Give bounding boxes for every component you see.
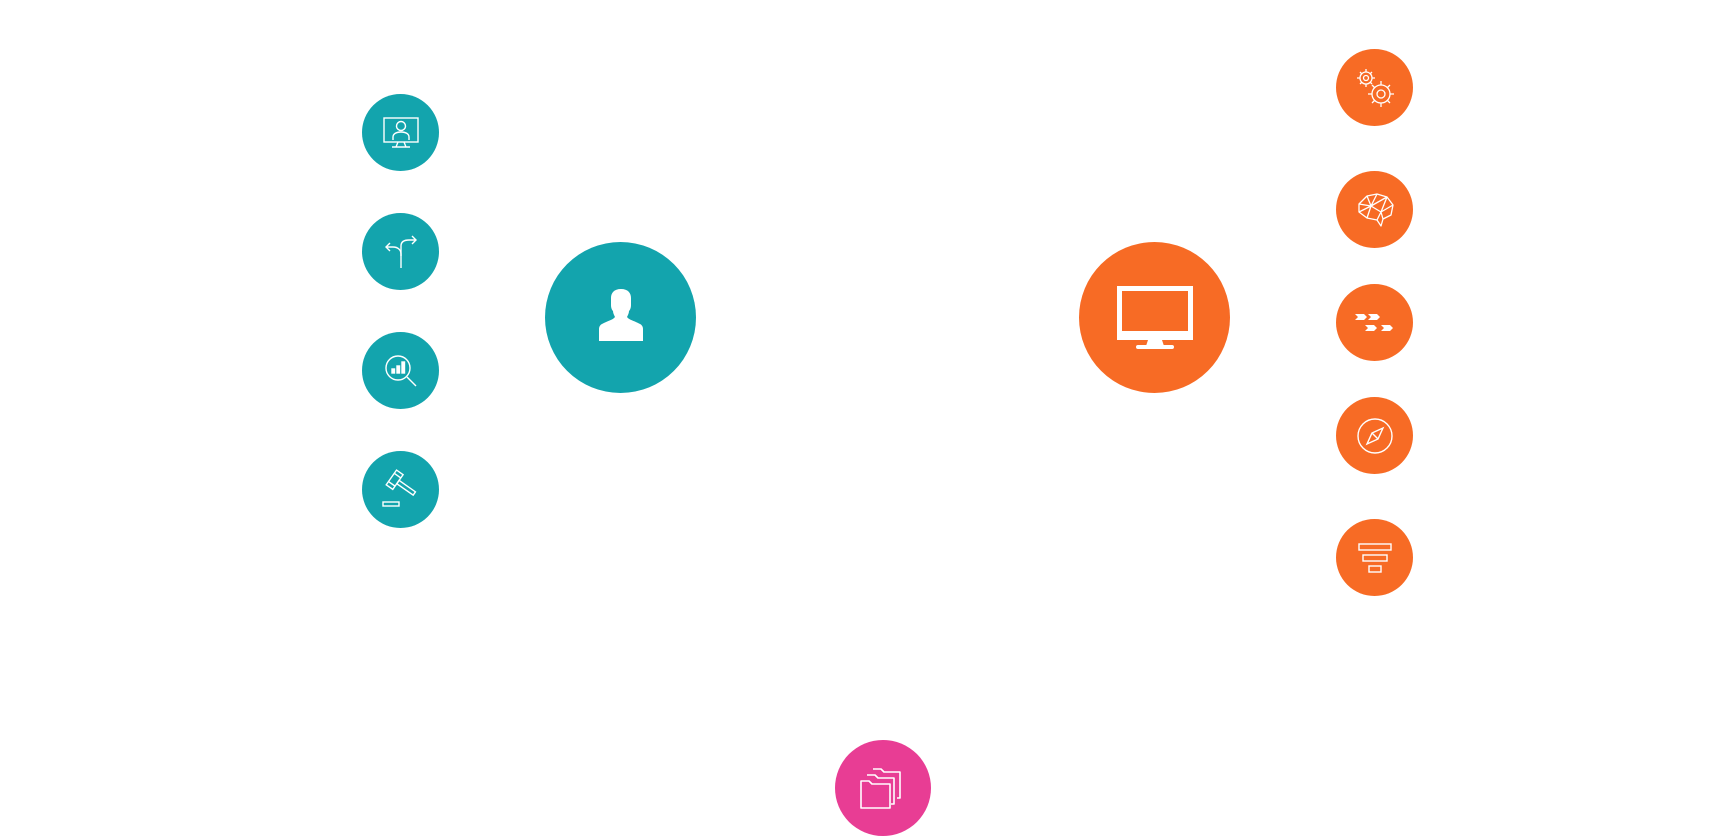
node-gears: [1336, 49, 1413, 126]
chevron-flow-icon: [1354, 313, 1393, 331]
node-online-user: [362, 94, 439, 171]
node-brain: [1336, 171, 1413, 248]
node-compass: [1336, 397, 1413, 474]
compass-icon: [1356, 417, 1393, 454]
node-folders: [835, 740, 931, 836]
folders-icon: [860, 768, 901, 809]
search-analytics-icon: [384, 354, 416, 386]
brain-network-icon: [1357, 192, 1394, 227]
split-arrows-decision-icon: [384, 235, 417, 268]
funnel-layers-icon: [1357, 542, 1392, 573]
gears-icon: [1356, 68, 1394, 107]
desktop-monitor-icon: [1116, 285, 1193, 349]
online-user-monitor-icon: [382, 116, 419, 148]
node-funnel: [1336, 519, 1413, 596]
user-silhouette-icon: [598, 288, 643, 341]
node-decision: [362, 213, 439, 290]
node-gavel: [362, 451, 439, 528]
computer-hub: [1079, 242, 1230, 393]
user-hub: [545, 242, 696, 393]
gavel-icon: [381, 468, 416, 507]
node-flow: [1336, 284, 1413, 361]
node-search-analytics: [362, 332, 439, 409]
